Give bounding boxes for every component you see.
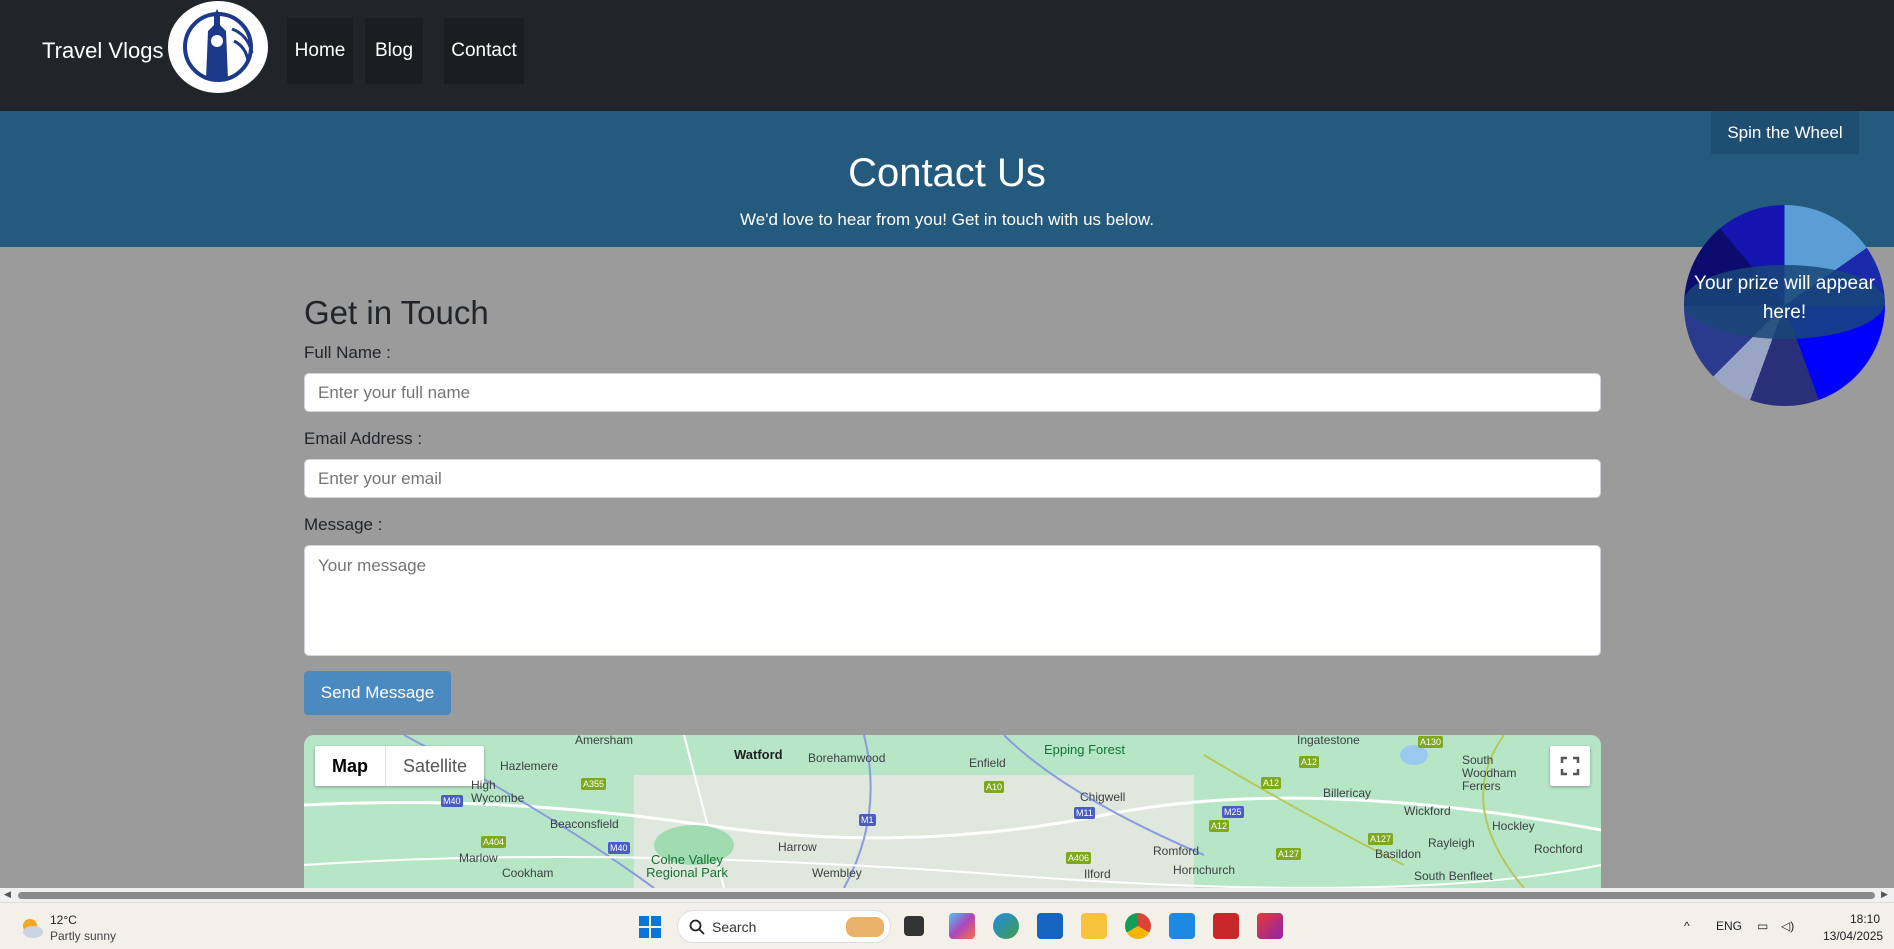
map-type-control: Map Satellite	[315, 746, 485, 786]
full-name-input[interactable]	[304, 373, 1601, 412]
map-place: Ilford	[1084, 867, 1111, 881]
form-title: Get in Touch	[304, 294, 489, 331]
network-icon[interactable]: ▭	[1757, 919, 1768, 933]
fullscreen-button[interactable]	[1550, 746, 1590, 786]
email-label: Email Address :	[304, 429, 423, 448]
site-logo[interactable]	[168, 1, 268, 93]
map-place: Harrow	[778, 840, 817, 854]
map-place: Wembley	[812, 866, 862, 880]
road-marker: A127	[1276, 848, 1302, 860]
snipping-tool-icon[interactable]	[1257, 913, 1283, 939]
file-explorer-icon[interactable]	[1081, 913, 1107, 939]
prize-text: Your prize will appear here!	[1694, 273, 1875, 323]
brand-name[interactable]: Travel Vlogs	[42, 38, 163, 64]
clock-time[interactable]: 18:10	[1850, 912, 1880, 926]
prize-wheel[interactable]: Your prize will appear here!	[1684, 205, 1885, 406]
full-name-label: Full Name :	[304, 343, 391, 362]
map-place: Wickford	[1404, 804, 1451, 818]
map-place: Epping Forest	[1044, 742, 1125, 757]
windows-start-icon[interactable]	[638, 915, 662, 939]
page-subtitle: We'd love to hear from you! Get in touch…	[740, 210, 1154, 229]
road-marker: A406	[1066, 852, 1092, 864]
message-textarea[interactable]	[304, 545, 1601, 656]
task-view-icon[interactable]	[904, 916, 924, 936]
copilot-icon[interactable]	[949, 913, 975, 939]
search-icon	[689, 919, 705, 935]
partly-sunny-icon[interactable]	[18, 915, 44, 939]
search-placeholder: Search	[712, 919, 757, 935]
map-place: South Benfleet	[1414, 869, 1493, 883]
taskbar: 12°C Partly sunny Search ^ ENG ▭ ◁) 18:1…	[0, 902, 1894, 949]
clock-date[interactable]: 13/04/2025	[1823, 929, 1883, 943]
google-map[interactable]: Map Satellite Amersham Watford Borehamwo…	[304, 735, 1601, 888]
road-marker: M25	[1222, 806, 1244, 818]
store-icon[interactable]	[1037, 913, 1063, 939]
map-place: Basildon	[1375, 847, 1422, 861]
road-marker: A127	[1368, 833, 1394, 845]
road-marker: M11	[1074, 807, 1095, 819]
scroll-left-icon[interactable]: ◀	[4, 889, 11, 900]
map-place: South Woodham Ferrers	[1462, 753, 1517, 793]
nav-contact[interactable]: Contact	[444, 18, 524, 84]
map-place: Billericay	[1323, 786, 1372, 800]
weather-description[interactable]: Partly sunny	[50, 929, 116, 943]
road-marker: A12	[1209, 820, 1230, 832]
map-place: High Wycombe	[471, 778, 525, 805]
map-place: Hornchurch	[1173, 863, 1236, 877]
road-marker: M40	[441, 795, 463, 807]
road-marker: M1	[859, 814, 876, 826]
satellite-tab[interactable]: Satellite	[386, 746, 484, 786]
volume-icon[interactable]: ◁)	[1781, 919, 1794, 933]
map-place: Ingatestone	[1297, 735, 1360, 747]
search-highlight-icon	[846, 917, 884, 937]
map-place: Rayleigh	[1428, 836, 1475, 850]
map-place: Cookham	[502, 866, 554, 880]
map-place: Marlow	[459, 851, 498, 865]
map-place: Hockley	[1492, 819, 1535, 833]
map-place: Hazlemere	[500, 759, 559, 773]
map-place: Enfield	[969, 756, 1006, 770]
horizontal-scrollbar[interactable]: ◀ ▶	[0, 888, 1894, 902]
map-place: Romford	[1153, 844, 1200, 858]
fullscreen-icon	[1560, 756, 1580, 776]
map-place: Rochford	[1534, 842, 1583, 856]
road-marker: A12	[1299, 756, 1320, 768]
scroll-right-icon[interactable]: ▶	[1881, 889, 1888, 900]
navbar: Travel Vlogs Home Blog Contact	[0, 0, 1894, 111]
page-title: Contact Us	[848, 151, 1046, 195]
language-indicator[interactable]: ENG	[1716, 919, 1742, 933]
email-input[interactable]	[304, 459, 1601, 498]
edge-icon[interactable]	[993, 913, 1019, 939]
spin-wheel-button[interactable]: Spin the Wheel	[1711, 111, 1859, 154]
acrobat-icon[interactable]	[1213, 913, 1239, 939]
road-marker: A404	[481, 836, 507, 848]
road-marker: A12	[1261, 777, 1282, 789]
nav-blog[interactable]: Blog	[365, 18, 423, 84]
map-place: Watford	[734, 747, 783, 762]
map-place: Chigwell	[1080, 790, 1126, 804]
weather-temperature[interactable]: 12°C	[50, 913, 77, 927]
scrollbar-thumb[interactable]	[18, 892, 1875, 899]
map-place: Borehamwood	[808, 751, 886, 765]
road-marker: A130	[1418, 736, 1444, 748]
map-place: Colne Valley Regional Park	[646, 852, 728, 880]
nav-home[interactable]: Home	[287, 18, 353, 84]
map-place: Amersham	[575, 735, 634, 747]
send-message-button[interactable]: Send Message	[304, 671, 451, 715]
taskbar-search[interactable]: Search	[677, 910, 891, 943]
chrome-icon[interactable]	[1125, 913, 1151, 939]
hero-banner: Contact Us We'd love to hear from you! G…	[0, 111, 1894, 247]
map-place: Beaconsfield	[550, 817, 619, 831]
road-marker: M40	[608, 842, 630, 854]
road-marker: A355	[581, 778, 607, 790]
vscode-icon[interactable]	[1169, 913, 1195, 939]
road-marker: A10	[984, 781, 1005, 793]
map-tab[interactable]: Map	[315, 746, 386, 786]
show-hidden-icons-icon[interactable]: ^	[1684, 919, 1690, 933]
message-label: Message :	[304, 515, 383, 534]
